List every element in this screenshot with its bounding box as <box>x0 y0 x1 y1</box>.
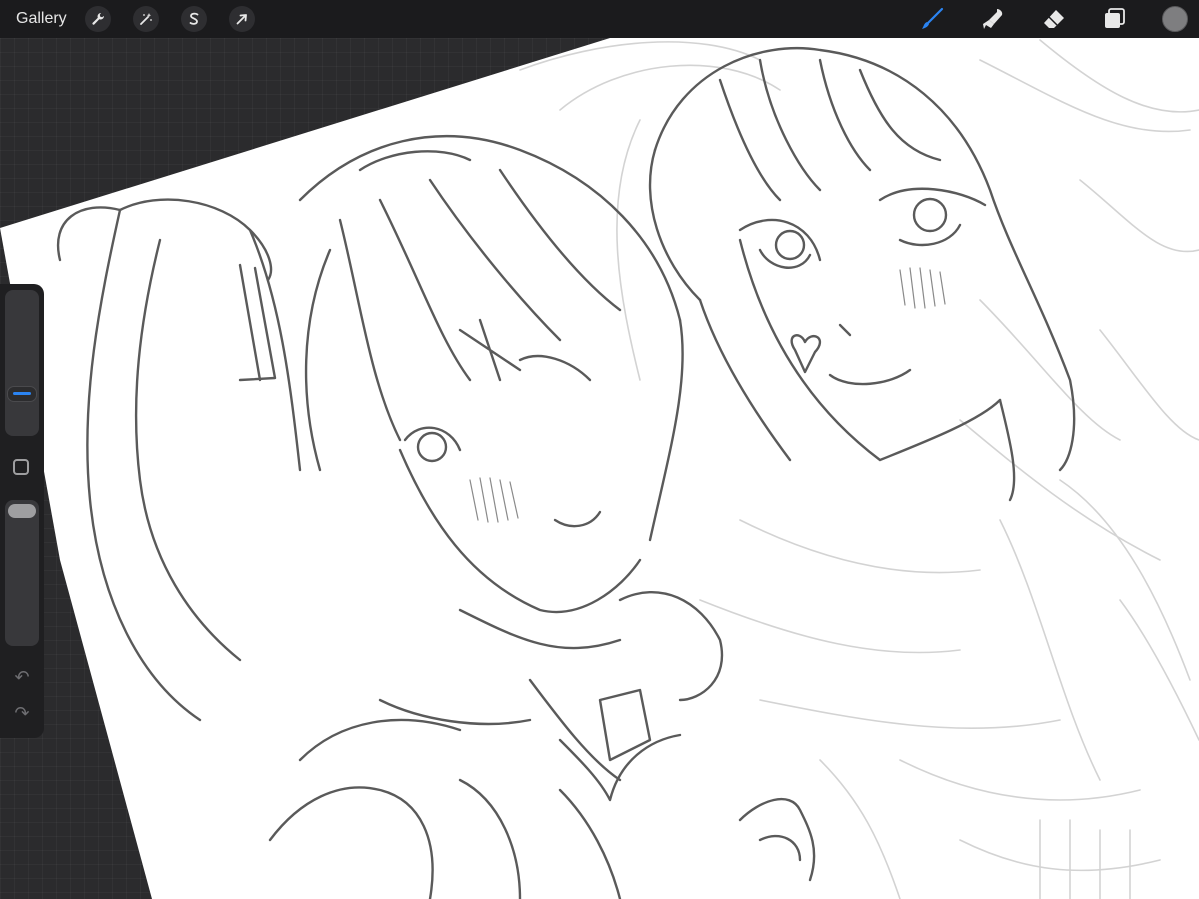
transform-button[interactable] <box>228 6 255 32</box>
layers-icon <box>1105 8 1125 28</box>
brush-tool-button[interactable] <box>918 5 946 33</box>
wrench-icon <box>92 13 104 25</box>
actions-button[interactable] <box>84 6 111 32</box>
adjustments-button[interactable] <box>132 6 159 32</box>
selection-s-icon <box>189 12 199 25</box>
top-toolbar: Gallery <box>0 0 1199 38</box>
brush-icon <box>922 7 944 29</box>
canvas-svg[interactable] <box>0 0 1199 899</box>
brush-opacity-handle[interactable] <box>8 504 36 518</box>
layers-button[interactable] <box>1101 5 1129 33</box>
modify-button[interactable] <box>13 459 29 475</box>
current-color-swatch[interactable] <box>1162 6 1188 32</box>
magic-wand-icon <box>139 13 152 25</box>
selection-button[interactable] <box>180 6 207 32</box>
left-sidebar: ↶ ↷ <box>0 284 44 738</box>
drawing-canvas-area[interactable] <box>0 0 1199 899</box>
right-tool-group <box>918 0 1199 38</box>
smudge-tool-button[interactable] <box>979 5 1007 33</box>
smudge-icon <box>983 9 1003 29</box>
eraser-icon <box>1044 10 1064 28</box>
redo-icon[interactable]: ↷ <box>11 704 33 724</box>
brush-size-slider[interactable] <box>5 290 39 436</box>
gallery-button[interactable]: Gallery <box>16 10 67 28</box>
undo-icon[interactable]: ↶ <box>11 668 33 688</box>
eraser-tool-button[interactable] <box>1040 5 1068 33</box>
brush-size-handle[interactable] <box>7 385 37 402</box>
brush-opacity-slider[interactable] <box>5 500 39 646</box>
arrow-cursor-icon <box>236 14 247 25</box>
